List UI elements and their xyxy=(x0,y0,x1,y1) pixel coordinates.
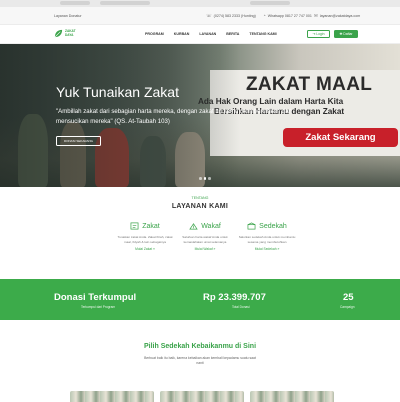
login-label: Login xyxy=(316,32,325,36)
login-button[interactable]: ⇥ Login xyxy=(307,30,330,38)
slider-dot[interactable] xyxy=(199,177,202,180)
hero-slider[interactable]: ZAKAT MAAL Ada Hak Orang Lain dalam Hart… xyxy=(0,44,400,187)
donation-collected-title: Donasi Terkumpul xyxy=(54,292,137,303)
sedekah-section-title: Pilih Sedekah Kebaikanmu di Sini xyxy=(143,343,257,350)
nav-item-program[interactable]: PROGRAM xyxy=(145,32,164,36)
login-icon: ⇥ xyxy=(312,32,316,36)
hero-title: Yuk Tunaikan Zakat xyxy=(56,84,179,100)
page: Layanan Donatur ☏ (0274) 583 2333 (Hunti… xyxy=(0,0,400,402)
phone-contact[interactable]: ☏ (0274) 583 2333 (Hunting) xyxy=(206,13,256,19)
strip-shape xyxy=(60,1,90,5)
nav-menu: PROGRAM KURBAN LAYANAN BERITA TENTANG KA… xyxy=(145,32,277,36)
service-link[interactable]: Mulai Sedekah » xyxy=(237,247,297,251)
donation-amount-sub: Total Donasi xyxy=(232,305,250,309)
hero-quote: "Ambillah zakat dari sebagian harta mere… xyxy=(56,108,292,125)
service-name: Sedekah xyxy=(259,222,287,230)
campaign-card-image[interactable] xyxy=(250,391,334,402)
site-logo[interactable]: ZAKAT DAYA xyxy=(54,29,76,38)
banner-title: ZAKAT MAAL xyxy=(246,74,373,95)
campaign-card-image[interactable] xyxy=(70,391,154,402)
email-text: layanan@zakatdaya.com xyxy=(319,14,361,18)
main-navbar: ZAKAT DAYA PROGRAM KURBAN LAYANAN BERITA… xyxy=(0,25,400,44)
leaf-logo-icon xyxy=(54,29,63,38)
service-card-wakaf[interactable]: Wakaf Salurkan harta wakaf Anda untuk ke… xyxy=(175,222,235,252)
whatsapp-text: Whatsapp 0817 27 747 001 xyxy=(267,13,312,18)
user-plus-icon: ✚ xyxy=(339,32,343,36)
donor-service-label: Layanan Donatur xyxy=(54,14,82,18)
strip-shape xyxy=(100,1,150,5)
campaign-count: 25 xyxy=(343,292,354,303)
phone-icon: ☏ xyxy=(206,13,212,18)
service-link[interactable]: Mulai Zakat » xyxy=(115,247,175,251)
slider-dots xyxy=(199,177,211,180)
slider-dot-active[interactable] xyxy=(203,177,206,180)
donation-collected-sub: Terkumpul dari Program xyxy=(81,305,116,309)
nav-item-layanan[interactable]: LAYANAN xyxy=(199,32,216,36)
service-desc: Salurkan harta wakaf Anda untuk kemaslah… xyxy=(182,235,228,244)
donation-amount: Rp 23.399.707 xyxy=(203,292,266,303)
service-card-sedekah[interactable]: Sedekah Salurkan sedekah Anda untuk memb… xyxy=(237,222,297,251)
nav-item-tentang-kami[interactable]: TENTANG KAMI xyxy=(249,32,276,36)
service-name: Wakaf xyxy=(201,222,221,230)
register-button[interactable]: ✚ Daftar xyxy=(334,30,358,38)
nav-item-berita[interactable]: BERITA xyxy=(226,32,239,36)
service-link[interactable]: Mulai Wakaf » xyxy=(175,247,235,251)
whatsapp-contact[interactable]: ◔ Whatsapp 0817 27 747 001 xyxy=(263,13,312,18)
wakaf-icon xyxy=(189,223,198,230)
browser-strip xyxy=(0,0,400,7)
strip-shape xyxy=(250,1,290,5)
donation-stats-strip: Donasi Terkumpul Terkumpul dari Program … xyxy=(0,279,400,320)
nav-item-kurban[interactable]: KURBAN xyxy=(174,32,190,36)
donate-now-button[interactable]: DONASI SEKARANG xyxy=(56,136,101,146)
zakat-icon xyxy=(130,222,139,230)
service-name: Zakat xyxy=(142,222,160,230)
sedekah-section-desc: Berbuat baik itu baik, karena kebaikan a… xyxy=(144,356,256,365)
campaign-card-image[interactable] xyxy=(160,391,244,402)
top-info-bar: Layanan Donatur ☏ (0274) 583 2333 (Hunti… xyxy=(0,7,400,25)
whatsapp-icon: ◔ xyxy=(263,13,266,18)
service-desc: Tunaikan zakat Anda. Zakat fitrah, zakat… xyxy=(117,235,173,244)
sedekah-icon xyxy=(247,222,256,230)
email-contact[interactable]: ✉ layanan@zakatdaya.com xyxy=(314,13,360,19)
mail-icon: ✉ xyxy=(314,13,318,18)
service-desc: Salurkan sedekah Anda untuk membantu ses… xyxy=(238,235,296,244)
services-tag: TENTANG xyxy=(191,196,209,200)
services-title: LAYANAN KAMI xyxy=(171,203,229,210)
campaign-count-sub: Campaign xyxy=(340,305,355,309)
logo-wordmark: ZAKAT DAYA xyxy=(65,29,76,37)
register-label: Daftar xyxy=(343,32,353,36)
slider-dot[interactable] xyxy=(208,177,211,180)
logo-line-2: DAYA xyxy=(65,32,74,37)
phone-text: (0274) 583 2333 (Hunting) xyxy=(213,14,256,18)
banner-cta-button: Zakat Sekarang xyxy=(283,128,398,147)
service-card-zakat[interactable]: Zakat Tunaikan zakat Anda. Zakat fitrah,… xyxy=(115,222,175,252)
